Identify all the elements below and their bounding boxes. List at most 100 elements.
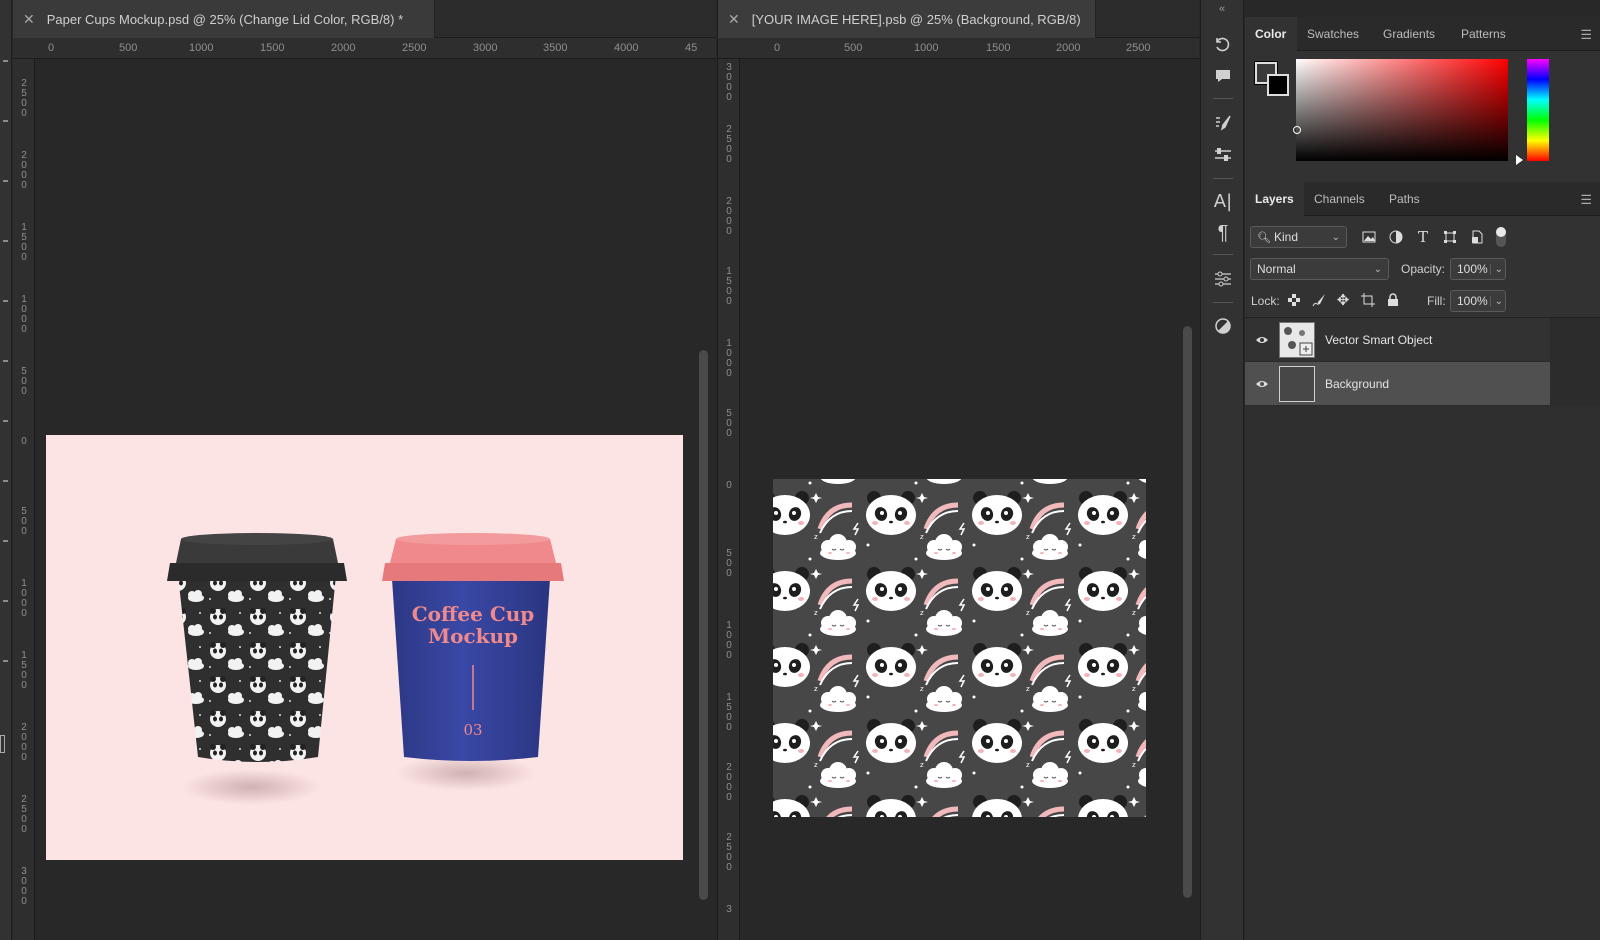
color-panel-tabs: Color Swatches Gradients Patterns ☰ <box>1245 17 1600 51</box>
filter-pixel-icon[interactable] <box>1359 227 1379 247</box>
tab-color[interactable]: Color <box>1245 17 1297 51</box>
tab-layers[interactable]: Layers <box>1245 182 1304 216</box>
filter-adjustment-icon[interactable] <box>1386 227 1406 247</box>
lock-all-icon[interactable] <box>1383 290 1403 310</box>
layer-filter-kind[interactable]: 🔍︎ Kind ⌄ <box>1250 226 1347 248</box>
ruler-label: 3000 <box>726 62 732 103</box>
document-tab-title: Paper Cups Mockup.psd @ 25% (Change Lid … <box>46 11 404 27</box>
foreground-swatch-edge[interactable] <box>0 735 5 753</box>
ruler-label: 2000 <box>726 762 732 803</box>
lock-position-icon[interactable]: ✥ <box>1333 290 1353 310</box>
brush-settings-icon[interactable] <box>1209 110 1237 136</box>
ruler-label: 2000 <box>21 722 27 763</box>
lock-artboard-icon[interactable] <box>1358 290 1378 310</box>
close-tab-icon[interactable]: ✕ <box>23 11 35 28</box>
chevron-down-icon: ⌄ <box>1331 231 1340 243</box>
layer-row-background[interactable]: Background <box>1245 362 1550 406</box>
ruler-label: 1000 <box>189 42 214 54</box>
tool-tick <box>3 180 8 182</box>
properties-icon[interactable] <box>1209 313 1237 339</box>
blend-mode-select[interactable]: Normal ⌄ <box>1250 258 1389 280</box>
color-picker-field[interactable] <box>1296 59 1508 161</box>
lock-image-pixels-icon[interactable] <box>1309 290 1329 310</box>
layer-row-vector-smart-object[interactable]: Vector Smart Object <box>1245 318 1550 362</box>
tools-strip[interactable] <box>0 0 12 940</box>
tab-swatches[interactable]: Swatches <box>1297 17 1369 51</box>
panel-menu-icon[interactable]: ☰ <box>1580 192 1592 208</box>
history-icon[interactable] <box>1209 31 1237 57</box>
paragraph-icon[interactable]: ¶ <box>1209 220 1237 246</box>
color-picker-cursor[interactable] <box>1293 126 1301 134</box>
ruler-label: 1000 <box>726 338 732 379</box>
chevron-down-icon[interactable]: ⌄ <box>1489 295 1503 307</box>
layers-empty-area[interactable] <box>1245 406 1600 940</box>
layer-name: Vector Smart Object <box>1325 332 1433 347</box>
ruler-label: 500 <box>726 548 732 579</box>
blend-mode-value: Normal <box>1257 262 1296 276</box>
vertical-scrollbar-thumb[interactable] <box>1183 326 1192 898</box>
fill-field[interactable]: 100% ⌄ <box>1450 290 1506 312</box>
ruler-label: 3000 <box>473 42 498 54</box>
layer-thumbnail <box>1279 365 1315 402</box>
panel-menu-icon[interactable]: ☰ <box>1580 27 1592 43</box>
ruler-label: 500 <box>119 42 138 54</box>
cup-text-line2: Mockup <box>427 624 519 648</box>
ruler-label: 2000 <box>726 196 732 237</box>
tool-presets-icon[interactable] <box>1209 142 1237 168</box>
adjustments-icon[interactable] <box>1209 266 1237 292</box>
collapse-panels-icon[interactable]: « <box>1201 3 1243 15</box>
filter-toggle-knob <box>1496 227 1506 237</box>
tool-tick <box>3 120 8 122</box>
filter-type-icon[interactable]: T <box>1413 227 1433 247</box>
chevron-down-icon[interactable]: ⌄ <box>1489 263 1503 275</box>
mockup-artboard[interactable]: Coffee Cup Mockup 03 <box>46 435 683 860</box>
ruler-label: 1500 <box>21 650 27 691</box>
tab-gradients[interactable]: Gradients <box>1373 17 1445 51</box>
ruler-label: 1500 <box>726 692 732 733</box>
visibility-eye-icon[interactable] <box>1245 379 1279 389</box>
tab-patterns[interactable]: Patterns <box>1451 17 1516 51</box>
fill-label: Fill: <box>1427 294 1446 308</box>
horizontal-ruler[interactable]: 0 500 1000 1500 2000 2500 3000 3500 4000… <box>13 38 716 59</box>
comment-icon[interactable] <box>1209 63 1237 89</box>
lock-label: Lock: <box>1251 294 1280 308</box>
layer-name: Background <box>1325 376 1390 391</box>
vertical-ruler[interactable]: 3000 2500 2000 1500 1000 500 0 500 1000 … <box>718 59 740 940</box>
ruler-label: 4000 <box>614 42 639 54</box>
tab-paths[interactable]: Paths <box>1379 182 1430 216</box>
lock-transparent-pixels-icon[interactable] <box>1284 290 1304 310</box>
document-tab-paper-cups[interactable]: ✕ Paper Cups Mockup.psd @ 25% (Change Li… <box>13 0 435 38</box>
tool-tick <box>3 60 8 62</box>
document-tab-your-image[interactable]: ✕ [YOUR IMAGE HERE].psb @ 25% (Backgroun… <box>718 0 1096 38</box>
ruler-label: 1500 <box>260 42 285 54</box>
horizontal-ruler[interactable]: 0 500 1000 1500 2000 2500 <box>718 38 1199 59</box>
ruler-label: 0 <box>21 436 27 447</box>
ruler-label: 2000 <box>1056 42 1081 54</box>
ruler-label: 2500 <box>21 794 27 835</box>
filter-smart-object-icon[interactable] <box>1467 227 1487 247</box>
vertical-ruler[interactable]: 2500 2000 1500 1000 500 0 500 1000 1500 … <box>13 59 35 940</box>
hue-slider[interactable] <box>1527 59 1549 161</box>
cup-brand-text: Coffee Cup Mockup <box>392 603 554 647</box>
document-window-paper-cups[interactable]: ✕ Paper Cups Mockup.psd @ 25% (Change Li… <box>13 0 716 940</box>
ruler-label: 1500 <box>986 42 1011 54</box>
ruler-label: 500 <box>844 42 863 54</box>
opacity-label: Opacity: <box>1401 262 1446 276</box>
separator <box>1213 178 1233 179</box>
close-tab-icon[interactable]: ✕ <box>728 11 740 28</box>
hue-slider-handle[interactable] <box>1516 155 1523 165</box>
document-window-your-image[interactable]: ✕ [YOUR IMAGE HERE].psb @ 25% (Backgroun… <box>717 0 1199 940</box>
ruler-label: 0 <box>48 42 55 54</box>
filter-shape-icon[interactable] <box>1440 227 1460 247</box>
vertical-scrollbar-thumb[interactable] <box>699 350 708 900</box>
opacity-field[interactable]: 100% ⌄ <box>1450 258 1506 280</box>
right-panels: Color Swatches Gradients Patterns ☰ Laye… <box>1245 0 1600 940</box>
background-color-swatch[interactable] <box>1267 74 1289 96</box>
filter-toggle[interactable] <box>1496 227 1506 247</box>
panda-pattern-artboard[interactable]: z <box>773 479 1146 817</box>
tab-channels[interactable]: Channels <box>1304 182 1375 216</box>
tool-tick <box>3 540 8 542</box>
visibility-eye-icon[interactable] <box>1245 335 1279 345</box>
tool-tick <box>3 480 8 482</box>
character-icon[interactable]: A| <box>1209 188 1237 214</box>
